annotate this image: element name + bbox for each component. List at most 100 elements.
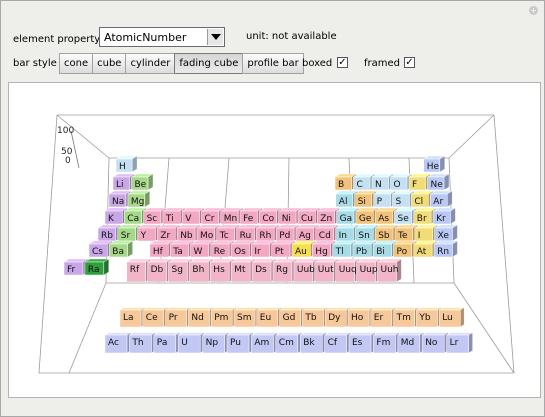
- element-Mg-side: [144, 190, 151, 208]
- element-Uuh-label: Uuh: [381, 265, 399, 275]
- element-Yb-label: Yb: [418, 313, 430, 323]
- element-H-label: H: [119, 162, 126, 172]
- element-Th-top: [128, 332, 157, 336]
- element-Pa-label: Pa: [157, 338, 168, 348]
- element-Cm-top: [275, 332, 303, 336]
- element-Xe-side: [452, 224, 458, 242]
- element-Ir-label: Ir: [254, 247, 261, 257]
- element-Ac-label: Ac: [108, 338, 119, 348]
- element-Ge-label: Ge: [359, 214, 372, 224]
- chevron-down-icon[interactable]: [207, 29, 223, 45]
- frame-line-9: [68, 282, 107, 374]
- element-Os-label: Os: [234, 247, 246, 257]
- element-Np-top: [201, 332, 230, 336]
- element-Ce-label: Ce: [146, 313, 158, 323]
- element-Li-label: Li: [116, 180, 124, 190]
- element-Dy-label: Dy: [328, 313, 341, 323]
- bar-style-cube-button[interactable]: cube: [92, 53, 127, 74]
- element-Uuq-label: Uuq: [339, 265, 357, 275]
- element-Pu-top: [226, 332, 254, 336]
- element-Pt-label: Pt: [275, 247, 284, 257]
- element-Fe-label: Fe: [243, 214, 254, 224]
- element-Kr-label: Kr: [436, 214, 446, 224]
- element-In-label: In: [339, 231, 347, 241]
- bar-style-fading-cube-button[interactable]: fading cube: [174, 53, 244, 74]
- plot-canvas: 050100H HeLi Be B C N O F NeNa Mg Al Si P S Cl ArK Ca Sc T…: [38, 114, 515, 374]
- dropdown-selected-value: AtomicNumber: [104, 31, 187, 44]
- framed-checkbox[interactable]: ✓: [404, 57, 415, 68]
- axis-tick-0: 0: [65, 156, 71, 166]
- element-Y-label: Y: [140, 231, 147, 241]
- element-Am-label: Am: [254, 338, 269, 348]
- element-Se-label: Se: [398, 214, 410, 224]
- plus-icon[interactable]: +: [529, 6, 538, 15]
- element-Ne-label: Ne: [431, 180, 444, 190]
- element-Al-label: Al: [339, 197, 348, 207]
- element-Re-label: Re: [214, 247, 226, 257]
- element-Eu-label: Eu: [260, 313, 271, 323]
- element-Gd-label: Gd: [283, 313, 296, 323]
- element-Cf-label: Cf: [328, 338, 338, 348]
- element-Lr-top: [445, 332, 474, 336]
- element-V-label: V: [185, 214, 192, 224]
- element-Ne-side: [443, 173, 450, 191]
- element-Fm-label: Fm: [376, 338, 390, 348]
- element-Md-label: Md: [401, 338, 414, 348]
- element-Xe-label: Xe: [438, 231, 450, 241]
- bar-style-label: bar style: [13, 58, 57, 69]
- bar-style-cone-button[interactable]: cone: [59, 53, 94, 74]
- element-Br-label: Br: [417, 214, 427, 224]
- element-Pd-label: Pd: [279, 231, 290, 241]
- element-Sm-label: Sm: [237, 313, 251, 323]
- element-Ca-label: Ca: [127, 214, 139, 224]
- manipulate-panel: + element property AtomicNumber unit: no…: [0, 0, 545, 417]
- element-Sc-label: Sc: [147, 214, 158, 224]
- element-He-label: He: [427, 162, 440, 172]
- frame-line-4: [38, 114, 58, 374]
- axis-tick-100: 100: [57, 126, 74, 136]
- element-Po-label: Po: [397, 247, 408, 257]
- element-Lr-label: Lr: [450, 338, 459, 348]
- element-Lu-side: [460, 307, 465, 328]
- element-Hs-label: Hs: [213, 265, 225, 275]
- element-C-label: C: [357, 180, 363, 190]
- element-Tb-label: Tb: [304, 313, 316, 323]
- element-property-dropdown[interactable]: AtomicNumber: [99, 27, 225, 47]
- unit-label: unit: not available: [246, 31, 337, 42]
- element-I-label: I: [418, 231, 421, 241]
- boxed-label: boxed: [302, 58, 333, 69]
- element-Pb-label: Pb: [356, 247, 367, 257]
- element-Sn-label: Sn: [358, 231, 369, 241]
- element-Tl-label: Tl: [335, 247, 344, 257]
- element-Na-label: Na: [112, 197, 124, 207]
- bar-style-cylinder-button[interactable]: cylinder: [125, 53, 176, 74]
- element-Pr-label: Pr: [169, 313, 178, 323]
- frame-line-2: [448, 114, 495, 159]
- bar-style-profile-bar-button[interactable]: profile bar: [242, 53, 304, 74]
- element-Ds-label: Ds: [255, 265, 267, 275]
- element-U-top: [177, 332, 205, 336]
- element-Fm-top: [372, 332, 401, 336]
- element-Sb-label: Sb: [378, 231, 390, 241]
- element-Uub-label: Uub: [297, 265, 315, 275]
- element-S-label: S: [396, 197, 402, 207]
- frame-line-5: [493, 114, 515, 374]
- element-Cd-label: Cd: [319, 231, 331, 241]
- element-Es-label: Es: [352, 338, 363, 348]
- element-Pm-label: Pm: [214, 313, 228, 323]
- element-Es-top: [348, 332, 376, 336]
- element-Sg-label: Sg: [172, 265, 183, 275]
- element-Hf-label: Hf: [153, 247, 164, 257]
- element-Np-label: Np: [206, 338, 219, 348]
- element-Cf-top: [323, 332, 352, 336]
- boxed-checkbox[interactable]: ✓: [337, 57, 348, 68]
- element-Zr-label: Zr: [160, 231, 170, 241]
- framed-label: framed: [364, 58, 401, 69]
- element-Fr-label: Fr: [67, 265, 76, 275]
- element-Kr-side: [450, 207, 456, 225]
- periodic-table-3d-plot[interactable]: 0 50 100 H He Li Be B C N O F Ne Na Mg Al Si P S Cl Ar K Ca Sc T…: [8, 82, 541, 398]
- element-Nb-label: Nb: [180, 231, 193, 241]
- element-Rb-label: Rb: [101, 231, 113, 241]
- element-Mn-label: Mn: [224, 214, 237, 224]
- frame-line-10: [453, 282, 515, 374]
